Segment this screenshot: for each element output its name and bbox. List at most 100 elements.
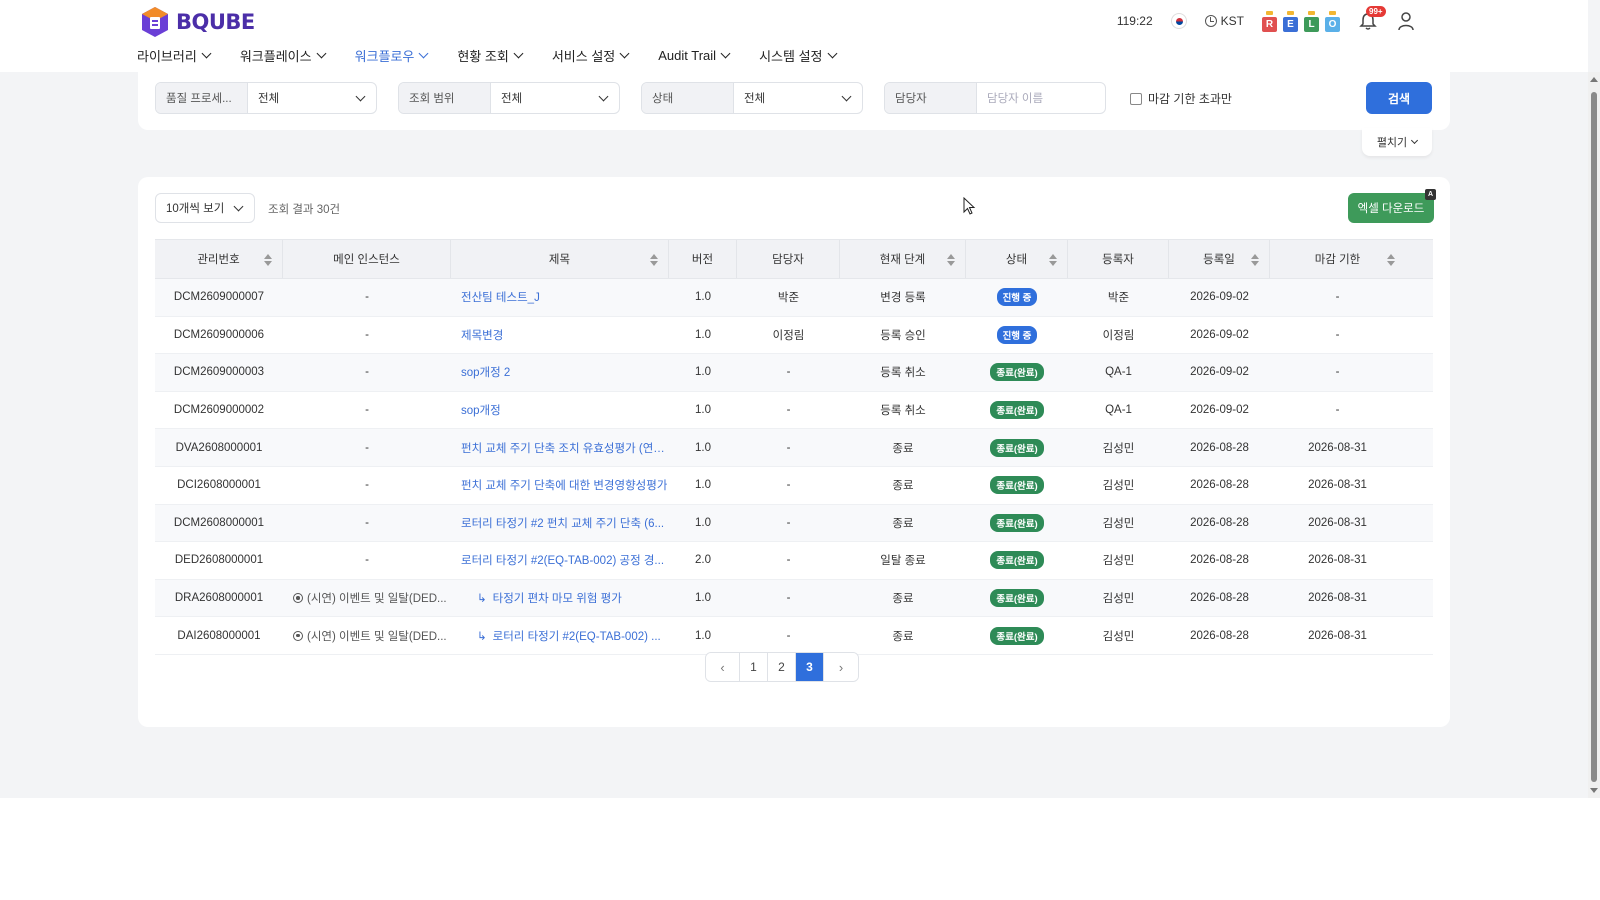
title-link[interactable]: 펀치 교체 주기 단축 조치 유효성평가 (연속...: [461, 440, 669, 456]
sort-icon[interactable]: [947, 254, 955, 266]
cell-id: DCI2608000001: [177, 479, 261, 492]
status-filter[interactable]: 상태 전체: [641, 82, 863, 114]
cell-deadline: 2026-08-31: [1308, 592, 1367, 605]
table-row[interactable]: DCM2609000003 - sop개정 2 1.0 - 등록 취소 종료(완료) QA-1…: [155, 354, 1433, 392]
title-link[interactable]: 펀치 교체 주기 단축에 대한 변경영향성평가: [461, 477, 667, 493]
timezone-display[interactable]: KST: [1204, 14, 1244, 28]
table-body: DCM2609000007- 전산팀 테스트_J 1.0 박준 변경 등록 진행 중 박준 2…: [155, 279, 1433, 655]
chevron-down-icon: [316, 48, 327, 59]
expand-filters-button[interactable]: 펼치기: [1362, 128, 1432, 156]
column-header[interactable]: 현재 단계: [840, 240, 966, 278]
role-badges: RELO: [1262, 10, 1340, 32]
cell-status: 종료(완료): [966, 467, 1068, 504]
title-link[interactable]: 타정기 편차 마모 위험 평가: [493, 590, 622, 606]
nav-item-label: 라이브러리: [137, 49, 197, 64]
deadline-exceeded-checkbox[interactable]: 마감 기한 초과만: [1130, 90, 1232, 107]
cell-registrant: 김성민: [1102, 630, 1135, 643]
title-link[interactable]: 로터리 타정기 #2(EQ-TAB-002) ...: [493, 628, 661, 644]
user-profile-icon[interactable]: [1396, 11, 1416, 31]
excel-download-button[interactable]: 엑셀 다운로드 A: [1348, 189, 1436, 223]
cell-deadline: -: [1335, 404, 1340, 417]
column-header[interactable]: 제목: [451, 240, 669, 278]
sort-icon[interactable]: [650, 254, 658, 266]
page-button-1[interactable]: 1: [740, 653, 768, 681]
nav-item-6[interactable]: 시스템 설정: [759, 46, 837, 65]
table-row[interactable]: DCM2609000007 - 전산팀 테스트_J 1.0 박준 변경 등록 진행 중 박준 2…: [155, 279, 1433, 317]
page-size-select[interactable]: 10개씩 보기: [155, 193, 255, 223]
nav-item-1[interactable]: 워크플레이스: [240, 46, 327, 65]
column-header[interactable]: 상태: [966, 240, 1068, 278]
title-link[interactable]: sop개정: [461, 402, 501, 418]
role-badge-r[interactable]: R: [1262, 10, 1277, 32]
nav-item-5[interactable]: Audit Trail: [658, 46, 731, 65]
column-header[interactable]: 마감 기한: [1270, 240, 1405, 278]
chevron-down-icon: [598, 91, 609, 101]
page-button-2[interactable]: 2: [768, 653, 796, 681]
sort-icon[interactable]: [1049, 254, 1057, 266]
main-instance-link[interactable]: (시연) 이벤트 및 일탈(DED...: [293, 628, 447, 644]
cell-stage: 종료: [892, 593, 914, 606]
main-instance-link[interactable]: (시연) 이벤트 및 일탈(DED...: [293, 590, 447, 606]
title-link[interactable]: 로터리 타정기 #2(EQ-TAB-002) 공정 경...: [461, 552, 664, 568]
app-background: BQUBE 119:22 KST RELO 99+ 라이브러리 워크플레이스 워…: [0, 0, 1600, 798]
sort-icon[interactable]: [1387, 254, 1395, 266]
cell-status: 종료(완료): [966, 354, 1068, 391]
next-page-button[interactable]: ›: [824, 653, 858, 681]
sort-icon[interactable]: [1251, 254, 1259, 266]
assignee-input[interactable]: 담당자 이름: [977, 83, 1105, 113]
cell-title: 전산팀 테스트_J: [451, 279, 669, 316]
scroll-down-arrow-icon[interactable]: [1590, 788, 1598, 793]
prev-page-button[interactable]: ‹: [706, 653, 740, 681]
role-badge-o[interactable]: O: [1325, 10, 1340, 32]
role-badge-l[interactable]: L: [1304, 10, 1319, 32]
title-link[interactable]: 제목변경: [461, 327, 503, 343]
brand-logo[interactable]: BQUBE: [140, 5, 255, 39]
table-row[interactable]: DCM2609000006 - 제목변경 1.0 이정림 등록 승인 진행 중 이정림 2026…: [155, 317, 1433, 355]
role-badge-e[interactable]: E: [1283, 10, 1298, 32]
nav-item-3[interactable]: 현황 조회: [457, 46, 524, 65]
cell-title: sop개정 2: [451, 354, 669, 391]
title-link[interactable]: 로터리 타정기 #2 펀치 교체 주기 단축 (6...: [461, 515, 664, 531]
table-row[interactable]: DED2608000001 - 로터리 타정기 #2(EQ-TAB-002) 공정 …: [155, 542, 1433, 580]
scroll-thumb[interactable]: [1591, 92, 1597, 782]
quality-process-select[interactable]: 전체: [248, 83, 376, 113]
notification-button[interactable]: 99+: [1358, 6, 1386, 32]
scroll-up-arrow-icon[interactable]: [1590, 77, 1598, 82]
cell-id: DAI2608000001: [177, 629, 261, 642]
table-row[interactable]: DCI2608000001 - 펀치 교체 주기 단축에 대한 변경영향성평가 1.0…: [155, 467, 1433, 505]
title-link[interactable]: sop개정 2: [461, 364, 510, 380]
page-button-3[interactable]: 3: [796, 653, 824, 681]
cell-status: 종료(완료): [966, 580, 1068, 617]
status-select[interactable]: 전체: [734, 83, 862, 113]
sub-item-arrow-icon: ↳: [477, 593, 487, 606]
cell-main-instance: -: [283, 317, 451, 354]
column-header[interactable]: 등록일: [1169, 240, 1270, 278]
table-row[interactable]: DCM2609000002 - sop개정 1.0 - 등록 취소 종료(완료) QA-1 20…: [155, 392, 1433, 430]
nav-item-4[interactable]: 서비스 설정: [552, 46, 630, 65]
sort-icon[interactable]: [264, 254, 272, 266]
scope-select[interactable]: 전체: [491, 83, 619, 113]
nav-item-0[interactable]: 라이브러리: [137, 46, 212, 65]
scope-filter[interactable]: 조회 범위 전체: [398, 82, 620, 114]
table-row[interactable]: DAI2608000001 (시연) 이벤트 및 일탈(DED... ↳ 로터리 타정…: [155, 617, 1433, 655]
chevron-down-icon: [1411, 136, 1419, 145]
korea-flag-icon[interactable]: [1170, 13, 1187, 29]
quality-process-filter[interactable]: 품질 프로세... 전체: [155, 82, 377, 114]
table-row[interactable]: DCM2608000001 - 로터리 타정기 #2 펀치 교체 주기 단축 (6.…: [155, 504, 1433, 543]
cell-stage: 종료: [892, 517, 914, 530]
assignee-placeholder: 담당자 이름: [987, 93, 1044, 105]
title-link[interactable]: 전산팀 테스트_J: [461, 289, 540, 305]
table-row[interactable]: DRA2608000001 (시연) 이벤트 및 일탈(DED... ↳ 타정기 편차…: [155, 579, 1433, 618]
nav-item-2[interactable]: 워크플로우: [355, 46, 429, 65]
table-row[interactable]: DVA2608000001 - 펀치 교체 주기 단축 조치 유효성평가 (연속..…: [155, 429, 1433, 467]
cell-assignee: -: [786, 516, 791, 529]
chevron-down-icon: [720, 48, 731, 59]
cell-deadline: 2026-08-31: [1308, 441, 1367, 454]
status-badge: 종료(완료): [990, 589, 1044, 608]
page-scrollbar[interactable]: [1588, 72, 1600, 798]
checkbox-box[interactable]: [1130, 92, 1142, 105]
chevron-down-icon: [827, 48, 837, 59]
search-button[interactable]: 검색: [1366, 82, 1432, 114]
column-header[interactable]: 관리번호: [155, 240, 283, 278]
assignee-filter[interactable]: 담당자 담당자 이름: [884, 82, 1106, 114]
